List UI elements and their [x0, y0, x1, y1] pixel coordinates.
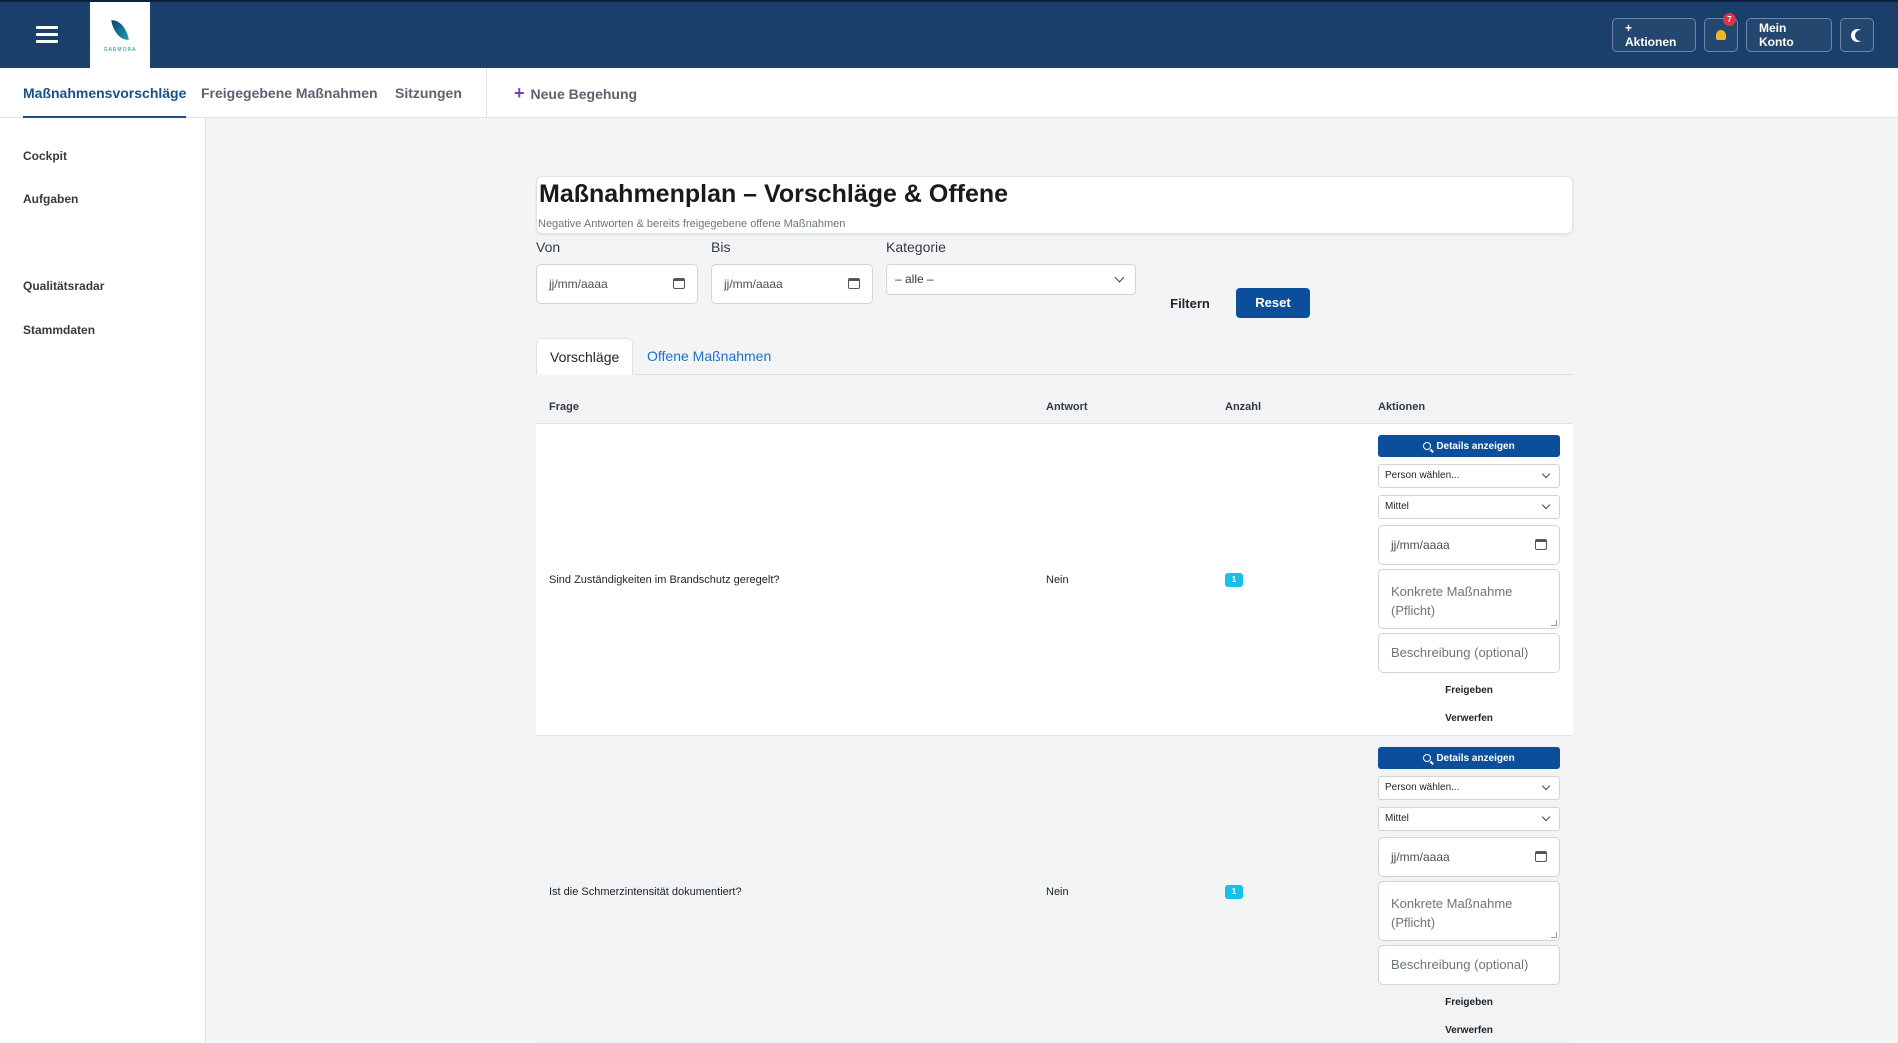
kategorie-value: – alle –: [895, 272, 934, 286]
priority-select[interactable]: Mittel: [1378, 807, 1560, 831]
freigeben-button[interactable]: Freigeben: [1378, 681, 1560, 701]
massnahme-placeholder: Konkrete Maßnahme (Pflicht): [1391, 584, 1513, 618]
details-button[interactable]: Details anzeigen: [1378, 435, 1560, 457]
search-icon: [1423, 442, 1432, 450]
tab-vorschlaege[interactable]: Vorschläge: [536, 338, 634, 375]
due-date-value: jj/mm/aaaa: [1391, 850, 1450, 864]
chevron-down-icon: [1114, 272, 1125, 283]
dark-mode-toggle[interactable]: [1840, 18, 1874, 52]
reset-button[interactable]: Reset: [1236, 288, 1310, 318]
question-text: Sind Zuständigkeiten im Brandschutz gere…: [549, 574, 780, 586]
bis-label: Bis: [711, 239, 731, 255]
von-date-value: jj/mm/aaaa: [549, 277, 608, 291]
beschreibung-placeholder: Beschreibung (optional): [1391, 957, 1529, 972]
nav-divider: [486, 68, 487, 118]
priority-value: Mittel: [1385, 501, 1409, 512]
filter-button[interactable]: Filtern: [1160, 289, 1220, 319]
chevron-down-icon: [1541, 812, 1551, 822]
bis-date-value: jj/mm/aaaa: [724, 277, 783, 291]
details-button[interactable]: Details anzeigen: [1378, 747, 1560, 769]
beschreibung-input[interactable]: Beschreibung (optional): [1378, 945, 1560, 985]
table-header: Frage Antwort Anzahl Aktionen: [536, 387, 1573, 424]
new-inspection-label: Neue Begehung: [530, 86, 638, 102]
details-label: Details anzeigen: [1436, 440, 1515, 452]
chevron-down-icon: [1541, 781, 1551, 791]
column-header-antwort: Antwort: [1046, 401, 1088, 413]
chevron-down-icon: [1541, 500, 1551, 510]
priority-value: Mittel: [1385, 813, 1409, 824]
count-badge: 1: [1225, 885, 1243, 899]
page-header-card: Maßnahmenplan – Vorschläge & Offene Nega…: [536, 176, 1573, 234]
tab-massnahmensvorschlaege[interactable]: Maßnahmensvorschläge: [23, 68, 187, 118]
massnahme-textarea[interactable]: Konkrete Maßnahme (Pflicht): [1378, 881, 1560, 941]
top-actions: + Aktionen 7 Mein Konto: [1612, 13, 1874, 52]
column-header-aktionen: Aktionen: [1378, 401, 1426, 413]
due-date-value: jj/mm/aaaa: [1391, 538, 1450, 552]
massnahme-placeholder: Konkrete Maßnahme (Pflicht): [1391, 896, 1513, 930]
notifications-button[interactable]: 7: [1704, 13, 1738, 52]
beschreibung-input[interactable]: Beschreibung (optional): [1378, 633, 1560, 673]
chevron-down-icon: [1541, 469, 1551, 479]
sidebar-item-qualitaetsradar[interactable]: Qualitätsradar: [23, 279, 104, 293]
count-badge: 1: [1225, 573, 1243, 587]
sidebar-item-aufgaben[interactable]: Aufgaben: [23, 192, 78, 206]
calendar-icon[interactable]: [1535, 539, 1547, 550]
row-actions: Details anzeigen Person wählen... Mittel…: [1378, 747, 1560, 1041]
verwerfen-button[interactable]: Verwerfen: [1378, 1021, 1560, 1041]
bis-date-input[interactable]: jj/mm/aaaa: [711, 264, 873, 304]
von-label: Von: [536, 239, 561, 255]
actions-button[interactable]: + Aktionen: [1612, 18, 1696, 52]
tab-freigegebene-massnahmen[interactable]: Freigegebene Maßnahmen: [201, 68, 378, 118]
due-date-input[interactable]: jj/mm/aaaa: [1378, 837, 1560, 877]
notification-count-badge: 7: [1723, 13, 1736, 26]
search-icon: [1423, 754, 1432, 762]
page-title: Maßnahmenplan – Vorschläge & Offene: [539, 180, 1009, 208]
freigeben-button[interactable]: Freigeben: [1378, 993, 1560, 1013]
bell-icon: [1716, 30, 1726, 40]
person-select[interactable]: Person wählen...: [1378, 464, 1560, 488]
row-actions: Details anzeigen Person wählen... Mittel…: [1378, 435, 1560, 729]
new-inspection-button[interactable]: + Neue Begehung: [514, 68, 637, 118]
sidebar-item-cockpit[interactable]: Cockpit: [23, 149, 67, 163]
von-date-input[interactable]: jj/mm/aaaa: [536, 264, 698, 304]
question-text: Ist die Schmerzintensität dokumentiert?: [549, 886, 742, 898]
account-button[interactable]: Mein Konto: [1746, 18, 1832, 52]
column-header-anzahl: Anzahl: [1225, 401, 1262, 413]
due-date-input[interactable]: jj/mm/aaaa: [1378, 525, 1560, 565]
tab-sitzungen[interactable]: Sitzungen: [395, 68, 462, 118]
page-subtitle: Negative Antworten & bereits freigegeben…: [538, 218, 846, 230]
details-label: Details anzeigen: [1436, 752, 1515, 764]
logo-leaf-icon: [111, 17, 129, 43]
resize-handle[interactable]: [1551, 932, 1557, 938]
answer-text: Nein: [1046, 886, 1069, 898]
beschreibung-placeholder: Beschreibung (optional): [1391, 645, 1529, 660]
verwerfen-button[interactable]: Verwerfen: [1378, 709, 1560, 729]
logo-text: GARMORA: [103, 47, 137, 53]
kategorie-label: Kategorie: [886, 239, 946, 255]
moon-icon: [1855, 30, 1866, 41]
person-value: Person wählen...: [1385, 782, 1460, 793]
menu-icon[interactable]: [36, 26, 58, 44]
tab-offene-massnahmen[interactable]: Offene Maßnahmen: [634, 338, 784, 375]
person-value: Person wählen...: [1385, 470, 1460, 481]
top-bar: GARMORA + Aktionen 7 Mein Konto: [0, 0, 1898, 70]
calendar-icon[interactable]: [673, 278, 685, 289]
plus-icon: +: [514, 83, 525, 103]
logo[interactable]: GARMORA: [90, 2, 150, 70]
priority-select[interactable]: Mittel: [1378, 495, 1560, 519]
resize-handle[interactable]: [1551, 620, 1557, 626]
person-select[interactable]: Person wählen...: [1378, 776, 1560, 800]
calendar-icon[interactable]: [1535, 851, 1547, 862]
sidebar-item-stammdaten[interactable]: Stammdaten: [23, 323, 95, 337]
kategorie-select[interactable]: – alle –: [886, 264, 1136, 295]
table-row: Ist die Schmerzintensität dokumentiert? …: [536, 736, 1573, 1043]
table-row: Sind Zuständigkeiten im Brandschutz gere…: [536, 424, 1573, 736]
massnahme-textarea[interactable]: Konkrete Maßnahme (Pflicht): [1378, 569, 1560, 629]
suggestions-table: Frage Antwort Anzahl Aktionen Sind Zustä…: [536, 387, 1573, 1043]
column-header-frage: Frage: [549, 401, 579, 413]
sub-navigation: Maßnahmensvorschläge Freigegebene Maßnah…: [0, 68, 1898, 118]
sidebar: Cockpit Aufgaben Qualitätsradar Stammdat…: [0, 118, 206, 1043]
answer-text: Nein: [1046, 574, 1069, 586]
calendar-icon[interactable]: [848, 278, 860, 289]
